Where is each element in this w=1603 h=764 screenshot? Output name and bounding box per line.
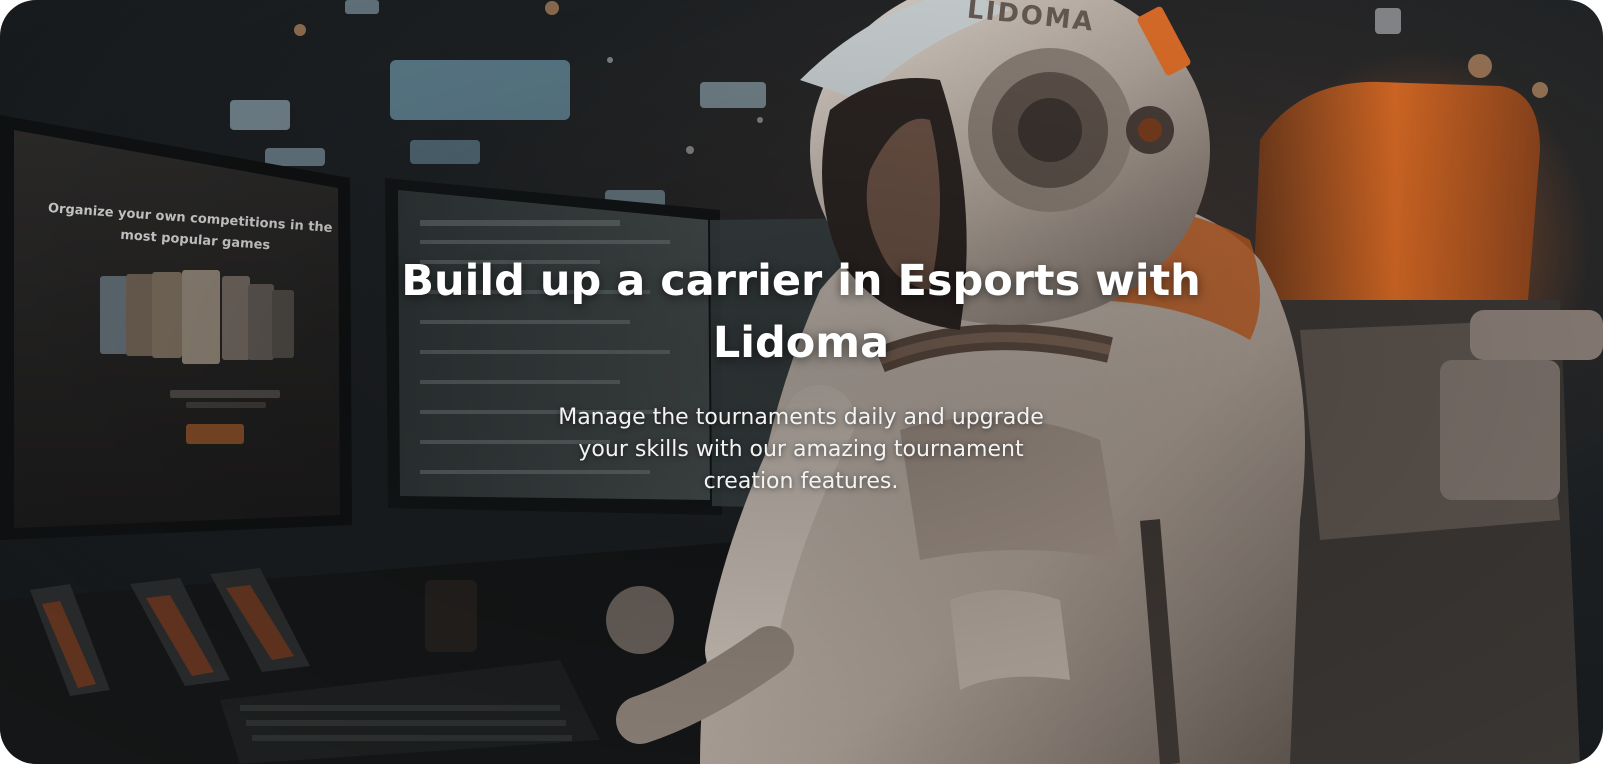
hero-subtext: Manage the tournaments daily and upgrade… bbox=[558, 405, 1044, 494]
astronaut-gamer-illustration: Organize your own competitions in the mo… bbox=[0, 0, 1603, 764]
game-cards bbox=[100, 270, 294, 364]
hero-headline: Build up a carrier in Esports with Lidom… bbox=[401, 256, 1201, 368]
hero-banner: Organize your own competitions in the mo… bbox=[0, 0, 1603, 764]
